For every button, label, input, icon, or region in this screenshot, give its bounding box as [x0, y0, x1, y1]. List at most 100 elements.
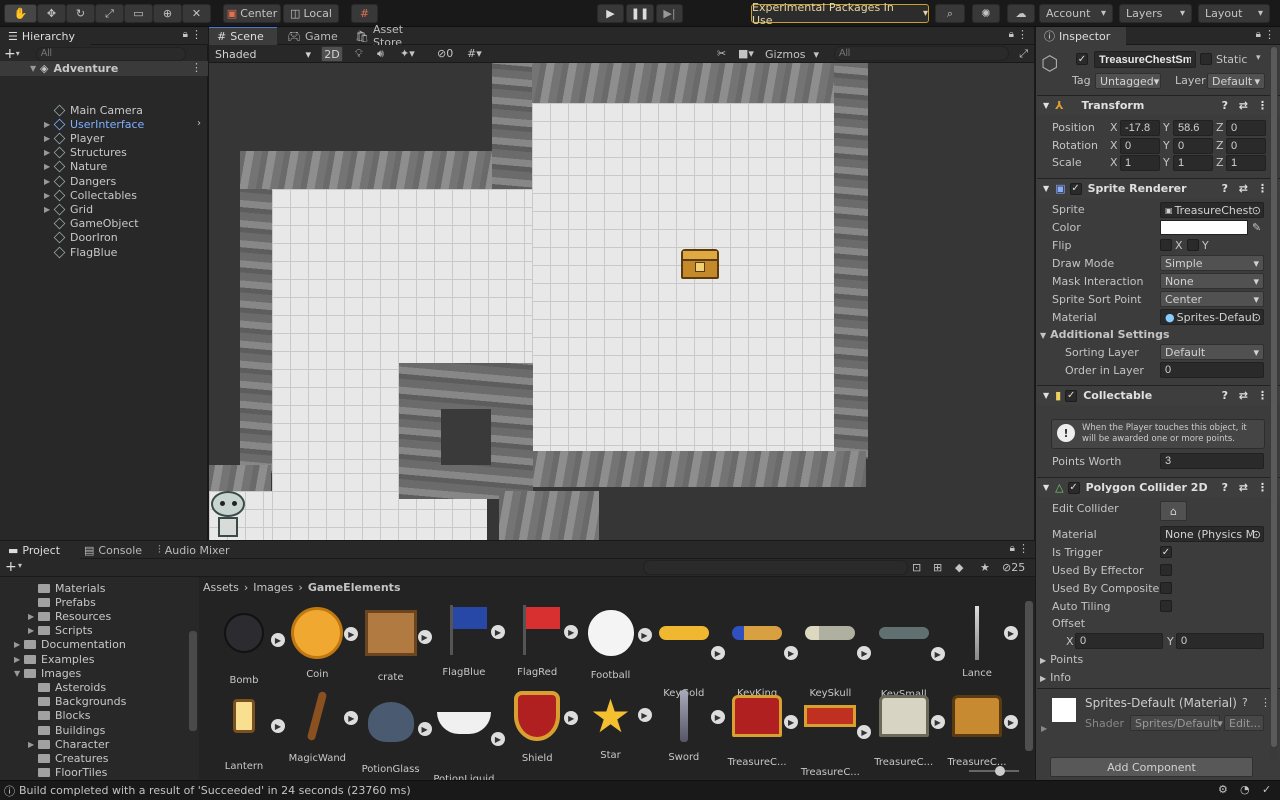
tools-icon[interactable]: ✂: [717, 47, 726, 60]
presets-icon[interactable]: ⇄: [1239, 99, 1248, 112]
asset-item[interactable]: ▶KeySmall: [868, 605, 945, 700]
add-icon[interactable]: +: [4, 46, 16, 62]
offset-y-field[interactable]: [1176, 633, 1264, 649]
tab-game[interactable]: 🎮︎ Game: [279, 27, 347, 45]
scene-root-row[interactable]: ▼ ◈ Adventure ⋮: [0, 61, 208, 76]
asset-item[interactable]: ▶PotionLiquid: [428, 688, 505, 785]
debug-icon[interactable]: ⚙: [1218, 783, 1228, 796]
folder-tree-item[interactable]: Prefabs: [28, 595, 96, 609]
expand-arrow-icon[interactable]: ▶: [14, 655, 24, 664]
expand-arrow-icon[interactable]: ▶: [1041, 724, 1047, 733]
chevron-down-icon[interactable]: ▾: [18, 561, 22, 570]
inspector-scroll-thumb[interactable]: [1271, 47, 1277, 747]
tab-console[interactable]: ▤ Console: [76, 541, 146, 559]
asset-item[interactable]: ▶ TreasureC...: [794, 688, 872, 778]
draw-mode-dropdown[interactable]: Simple ▾: [1160, 255, 1264, 271]
component-menu-icon[interactable]: ⋮: [1257, 99, 1268, 112]
expand-arrow-icon[interactable]: ▶: [28, 626, 38, 635]
hierarchy-search-input[interactable]: [35, 46, 186, 61]
chevron-down-icon[interactable]: ▾: [1256, 53, 1261, 63]
presets-icon[interactable]: ⇄: [1239, 389, 1248, 402]
folder-tree-item[interactable]: Creatures: [28, 751, 109, 765]
axis-label-x[interactable]: X: [1110, 121, 1118, 134]
object-picker-icon[interactable]: ⊙: [1252, 204, 1261, 217]
tree-scrollbar-thumb[interactable]: [189, 631, 197, 731]
breadcrumb-item[interactable]: GameElements: [308, 581, 401, 594]
edit-collider-button[interactable]: ⌂: [1160, 501, 1187, 521]
component-menu-icon[interactable]: ⋮: [1257, 182, 1268, 195]
custom-tool-button[interactable]: ✕: [182, 4, 211, 23]
transform-scale-y-field[interactable]: [1173, 155, 1213, 172]
asset-item[interactable]: ▶ Bomb: [208, 605, 285, 686]
asset-item[interactable]: ▶ TreasureC...: [941, 688, 1018, 768]
transform-scale-x-field[interactable]: [1120, 155, 1160, 172]
chevron-down-icon[interactable]: ▾: [16, 49, 20, 58]
component-menu-icon[interactable]: ⋮: [1257, 481, 1268, 494]
asset-item[interactable]: ▶ Lance: [941, 605, 1018, 679]
info-foldout[interactable]: ▶ Info: [1040, 671, 1071, 684]
breadcrumb-item[interactable]: Assets: [203, 581, 239, 594]
static-checkbox[interactable]: [1200, 53, 1212, 65]
asset-item[interactable]: ▶ KeyKing: [721, 605, 799, 699]
collectable-header[interactable]: ▼ ▮ ✓ Collectable ? ⇄ ⋮: [1037, 385, 1280, 405]
pause-button[interactable]: ❚❚: [626, 4, 654, 23]
step-button[interactable]: ▶|: [656, 4, 683, 23]
menu-dots-icon[interactable]: ⋮: [1264, 28, 1275, 41]
folder-tree-item[interactable]: Backgrounds: [28, 695, 126, 709]
used-by-composite-checkbox[interactable]: [1160, 582, 1172, 594]
scene-menu-icon[interactable]: ⋮: [191, 61, 202, 74]
points-worth-field[interactable]: [1160, 453, 1264, 469]
asset-item[interactable]: ▶ TreasureC...: [868, 688, 945, 768]
flip-y-checkbox[interactable]: [1187, 239, 1199, 251]
treasure-chest-sprite[interactable]: [681, 249, 719, 279]
hierarchy-item[interactable]: ▶ Grid: [44, 202, 93, 216]
polygon-collider-header[interactable]: ▼ △ ✓ Polygon Collider 2D ? ⇄ ⋮: [1037, 477, 1280, 497]
asset-item[interactable]: ▶ Football: [575, 605, 652, 681]
sprite-field[interactable]: ▣ TreasureChest ⊙: [1160, 202, 1264, 218]
expand-arrow-icon[interactable]: ▶: [44, 162, 54, 171]
hierarchy-item[interactable]: FlagBlue: [44, 245, 117, 259]
object-picker-icon[interactable]: ⊙: [1252, 311, 1261, 324]
folder-tree-item[interactable]: ▶ Examples: [14, 652, 94, 666]
expand-arrow-icon[interactable]: ▶: [44, 205, 54, 214]
hierarchy-item[interactable]: ▶ Structures: [44, 146, 127, 160]
slider-handle[interactable]: [995, 766, 1005, 776]
expand-arrow-icon[interactable]: ▼: [14, 669, 24, 678]
asset-item[interactable]: ▶ Sword: [648, 688, 725, 763]
transform-rotation-y-field[interactable]: [1173, 137, 1213, 154]
layer-dropdown[interactable]: Default ▾: [1207, 73, 1265, 89]
collab-button[interactable]: ✺: [972, 4, 1000, 23]
asset-item[interactable]: ▶KeyGold: [648, 605, 725, 699]
move-tool-button[interactable]: ✥: [37, 4, 66, 23]
status-message[interactable]: Build completed with a result of 'Succee…: [19, 784, 411, 797]
color-swatch[interactable]: [1160, 220, 1248, 235]
gizmos-dropdown[interactable]: Gizmos ▾: [765, 46, 819, 62]
hierarchy-item[interactable]: ▶ Nature: [44, 160, 107, 174]
layout-dropdown[interactable]: Layout: [1198, 4, 1270, 23]
player-character-sprite[interactable]: [209, 491, 247, 540]
sorting-layer-dropdown[interactable]: Default ▾: [1160, 344, 1264, 360]
used-by-effector-checkbox[interactable]: [1160, 564, 1172, 576]
axis-label-z[interactable]: Z: [1216, 156, 1224, 169]
pivot-local-button[interactable]: ◫ Local: [283, 4, 339, 23]
tag-icon[interactable]: ◆: [955, 561, 963, 574]
component-menu-icon[interactable]: ⋮: [1257, 389, 1268, 402]
project-search-input[interactable]: [643, 560, 908, 575]
transform-header[interactable]: ▼ ⅄ Transform ? ⇄ ⋮: [1037, 95, 1280, 115]
hierarchy-item[interactable]: Main Camera: [44, 103, 143, 117]
collectable-enabled-checkbox[interactable]: ✓: [1065, 389, 1078, 402]
asset-item[interactable]: ★ ▶ Star: [575, 688, 652, 761]
asset-scrollbar[interactable]: [1025, 599, 1033, 759]
asset-item[interactable]: ▶ FlagBlue: [428, 605, 505, 678]
inspector-scrollbar[interactable]: [1270, 45, 1278, 760]
maximize-icon[interactable]: ⤢: [1019, 47, 1028, 61]
audio-icon[interactable]: 🔊︎: [377, 47, 384, 61]
account-dropdown[interactable]: Account: [1039, 4, 1113, 23]
transform-position-x-field[interactable]: [1120, 120, 1160, 136]
asset-scroll-thumb[interactable]: [1025, 601, 1033, 751]
axis-label-y[interactable]: Y: [1163, 121, 1170, 134]
mask-interaction-dropdown[interactable]: None ▾: [1160, 273, 1264, 289]
transform-scale-z-field[interactable]: [1226, 155, 1266, 172]
physics-material-field[interactable]: None (Physics M ⊙: [1160, 526, 1264, 542]
scene-canvas[interactable]: [209, 63, 1034, 540]
